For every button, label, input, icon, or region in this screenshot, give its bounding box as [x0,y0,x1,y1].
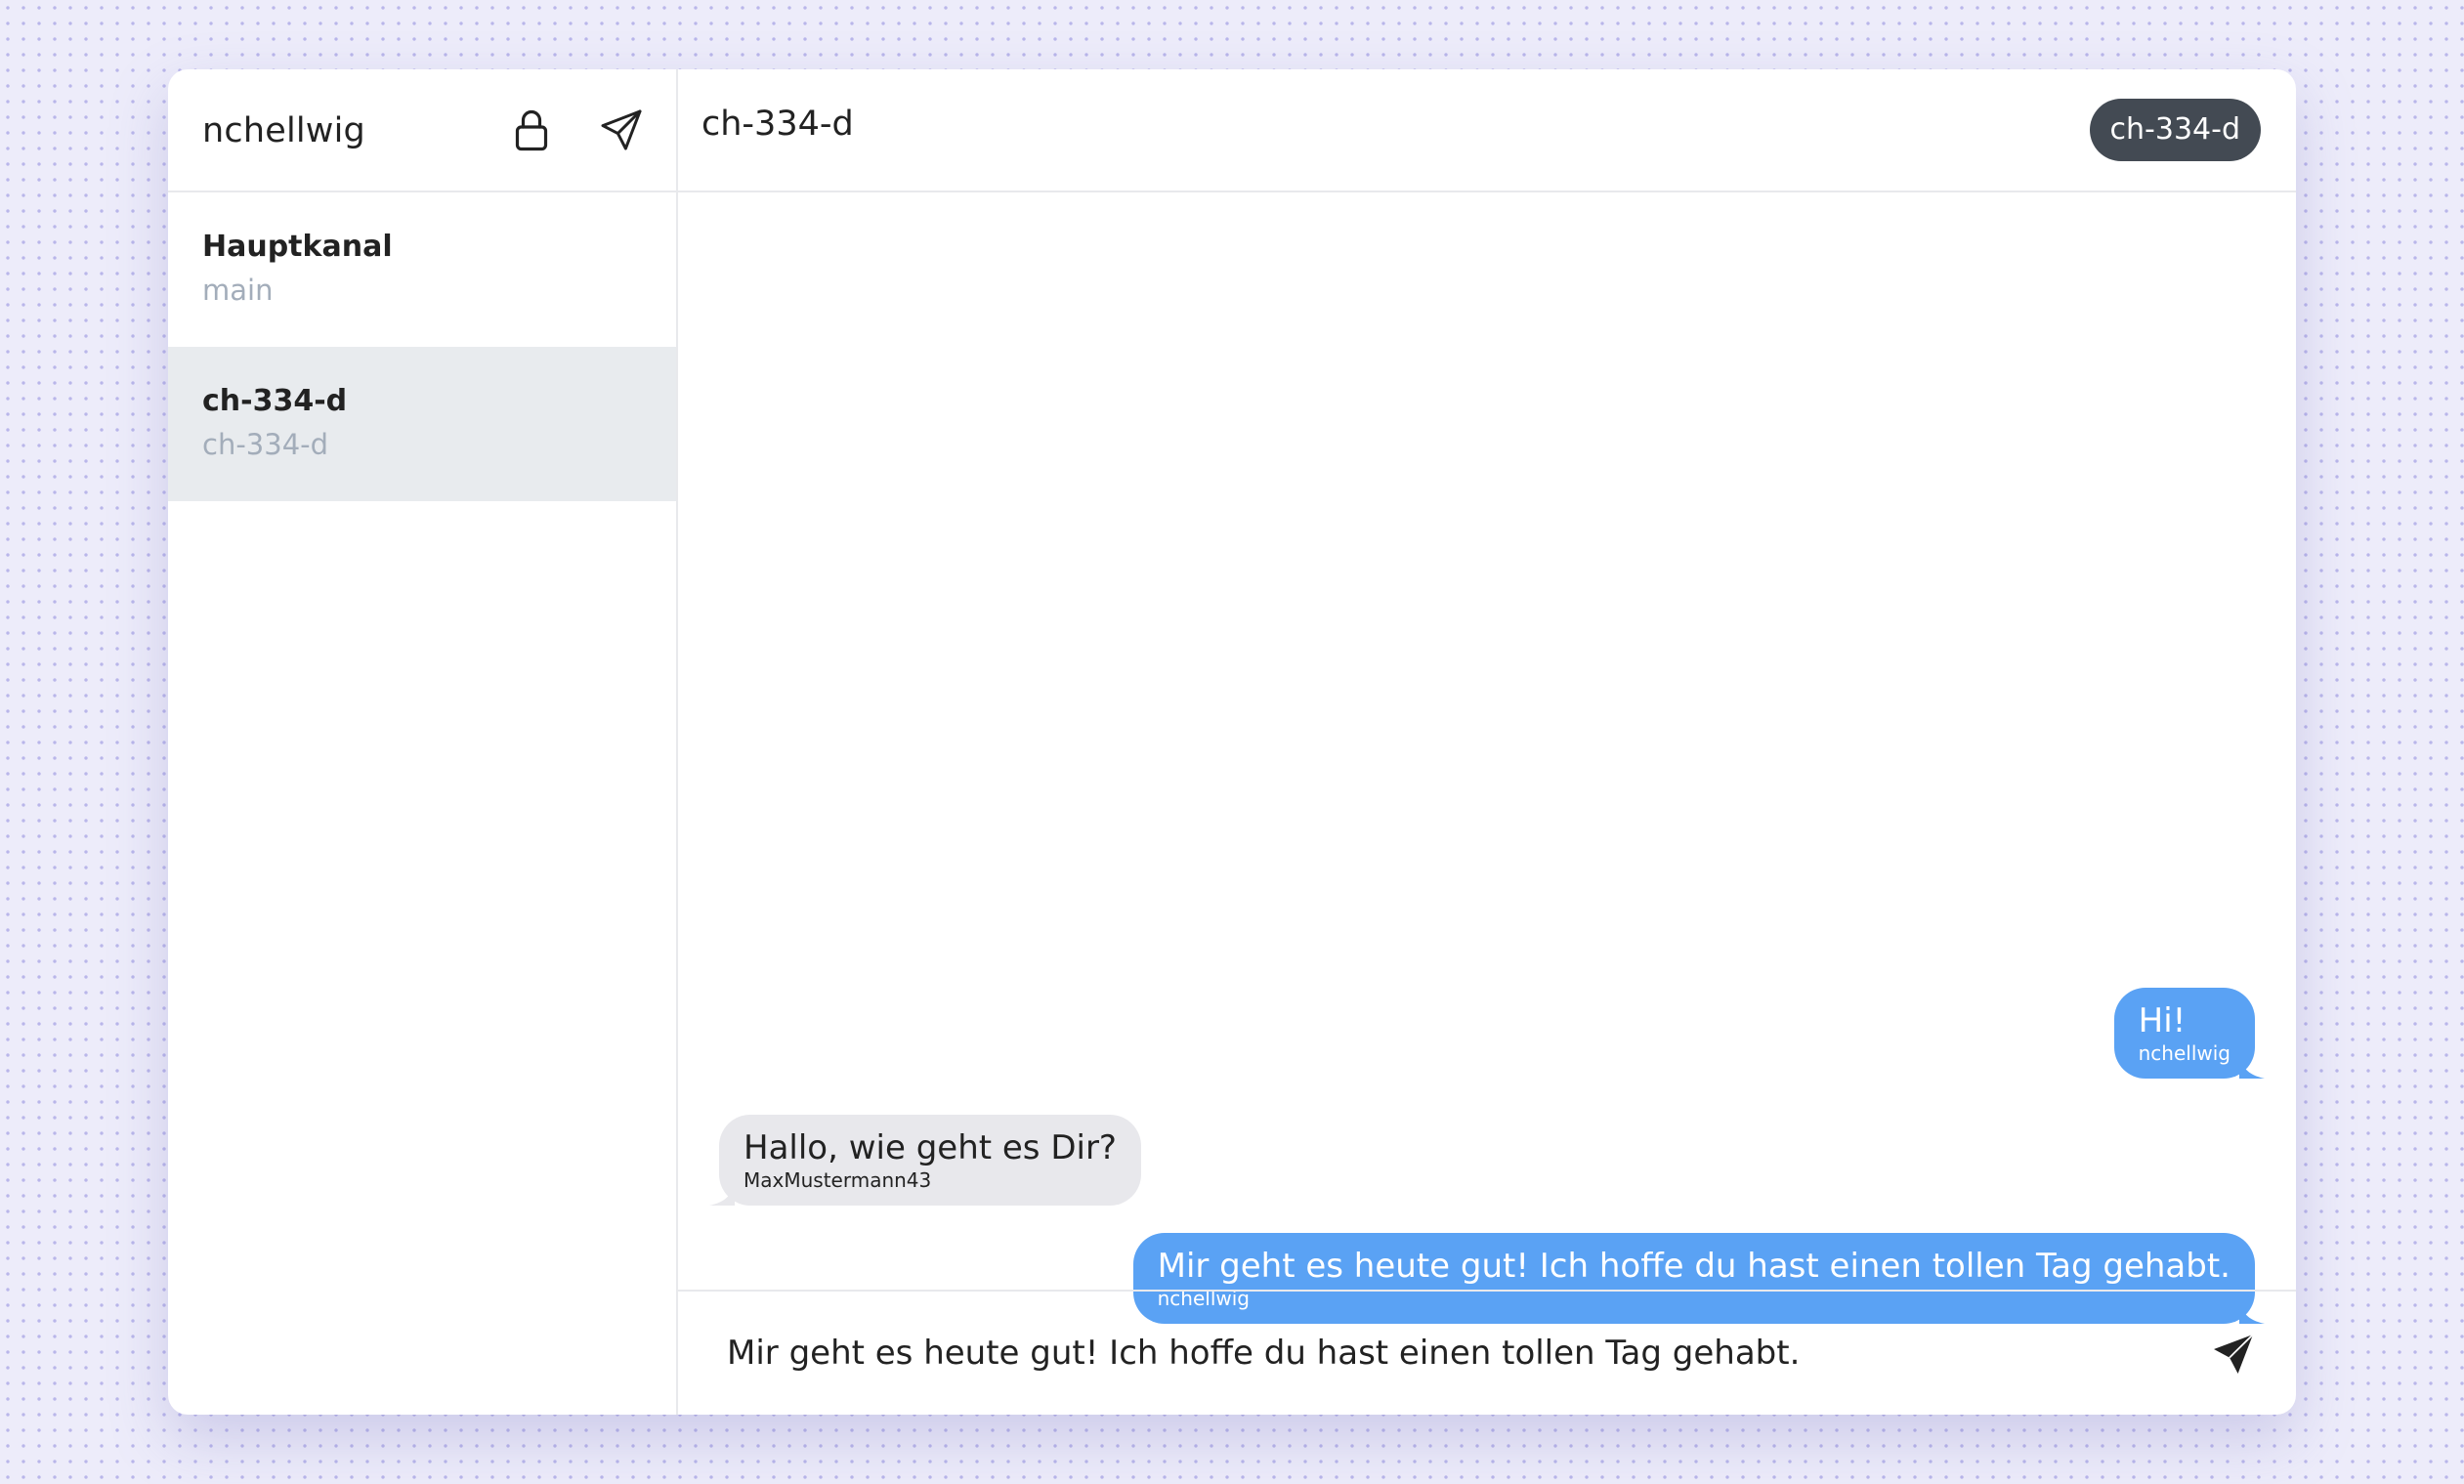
chat-app-window: nchellwig Hauptkanal main ch-334-d ch-33… [168,69,2296,1415]
channel-id: main [202,274,274,307]
channel-name: Hauptkanal [202,230,393,264]
message-bubble-incoming: Hallo, wie geht es Dir? MaxMustermann43 [709,1115,1141,1206]
message-composer [678,1290,2296,1415]
chat-header: ch-334-d ch-334-d [678,69,2296,192]
bubble-tail [709,1180,735,1206]
channel-id: ch-334-d [202,428,329,461]
chat-title: ch-334-d [701,105,854,144]
message-bubble-outgoing: Hi! nchellwig [2113,988,2265,1079]
message-list: Hi! nchellwig Hallo, wie geht es Dir? Ma… [678,192,2296,1324]
message-text: Hallo, wie geht es Dir? [743,1128,1117,1167]
bubble-tail [2239,1053,2265,1079]
channel-item-hauptkanal[interactable]: Hauptkanal main [168,192,676,347]
message-input[interactable] [727,1325,2173,1381]
channel-item-ch-334-d[interactable]: ch-334-d ch-334-d [168,347,676,501]
channel-list: Hauptkanal main ch-334-d ch-334-d [168,192,676,501]
lock-icon[interactable] [504,103,559,157]
send-button[interactable] [2206,1327,2261,1381]
channel-badge[interactable]: ch-334-d [2089,99,2261,161]
send-filled-icon [2214,1334,2254,1374]
channel-name: ch-334-d [202,384,348,418]
message-author: MaxMustermann43 [743,1168,932,1192]
user-name: nchellwig [202,111,365,150]
message-text: Hi! [2138,1001,2187,1040]
sidebar-header: nchellwig [168,69,676,192]
message-author: nchellwig [2138,1041,2230,1065]
sidebar: nchellwig Hauptkanal main ch-334-d ch-33… [168,69,678,1415]
chat-main: ch-334-d ch-334-d Hi! nchellwig Hallo, w… [678,69,2296,1415]
message-text: Mir geht es heute gut! Ich hoffe du hast… [1157,1247,2230,1286]
paper-plane-icon[interactable] [594,103,649,157]
